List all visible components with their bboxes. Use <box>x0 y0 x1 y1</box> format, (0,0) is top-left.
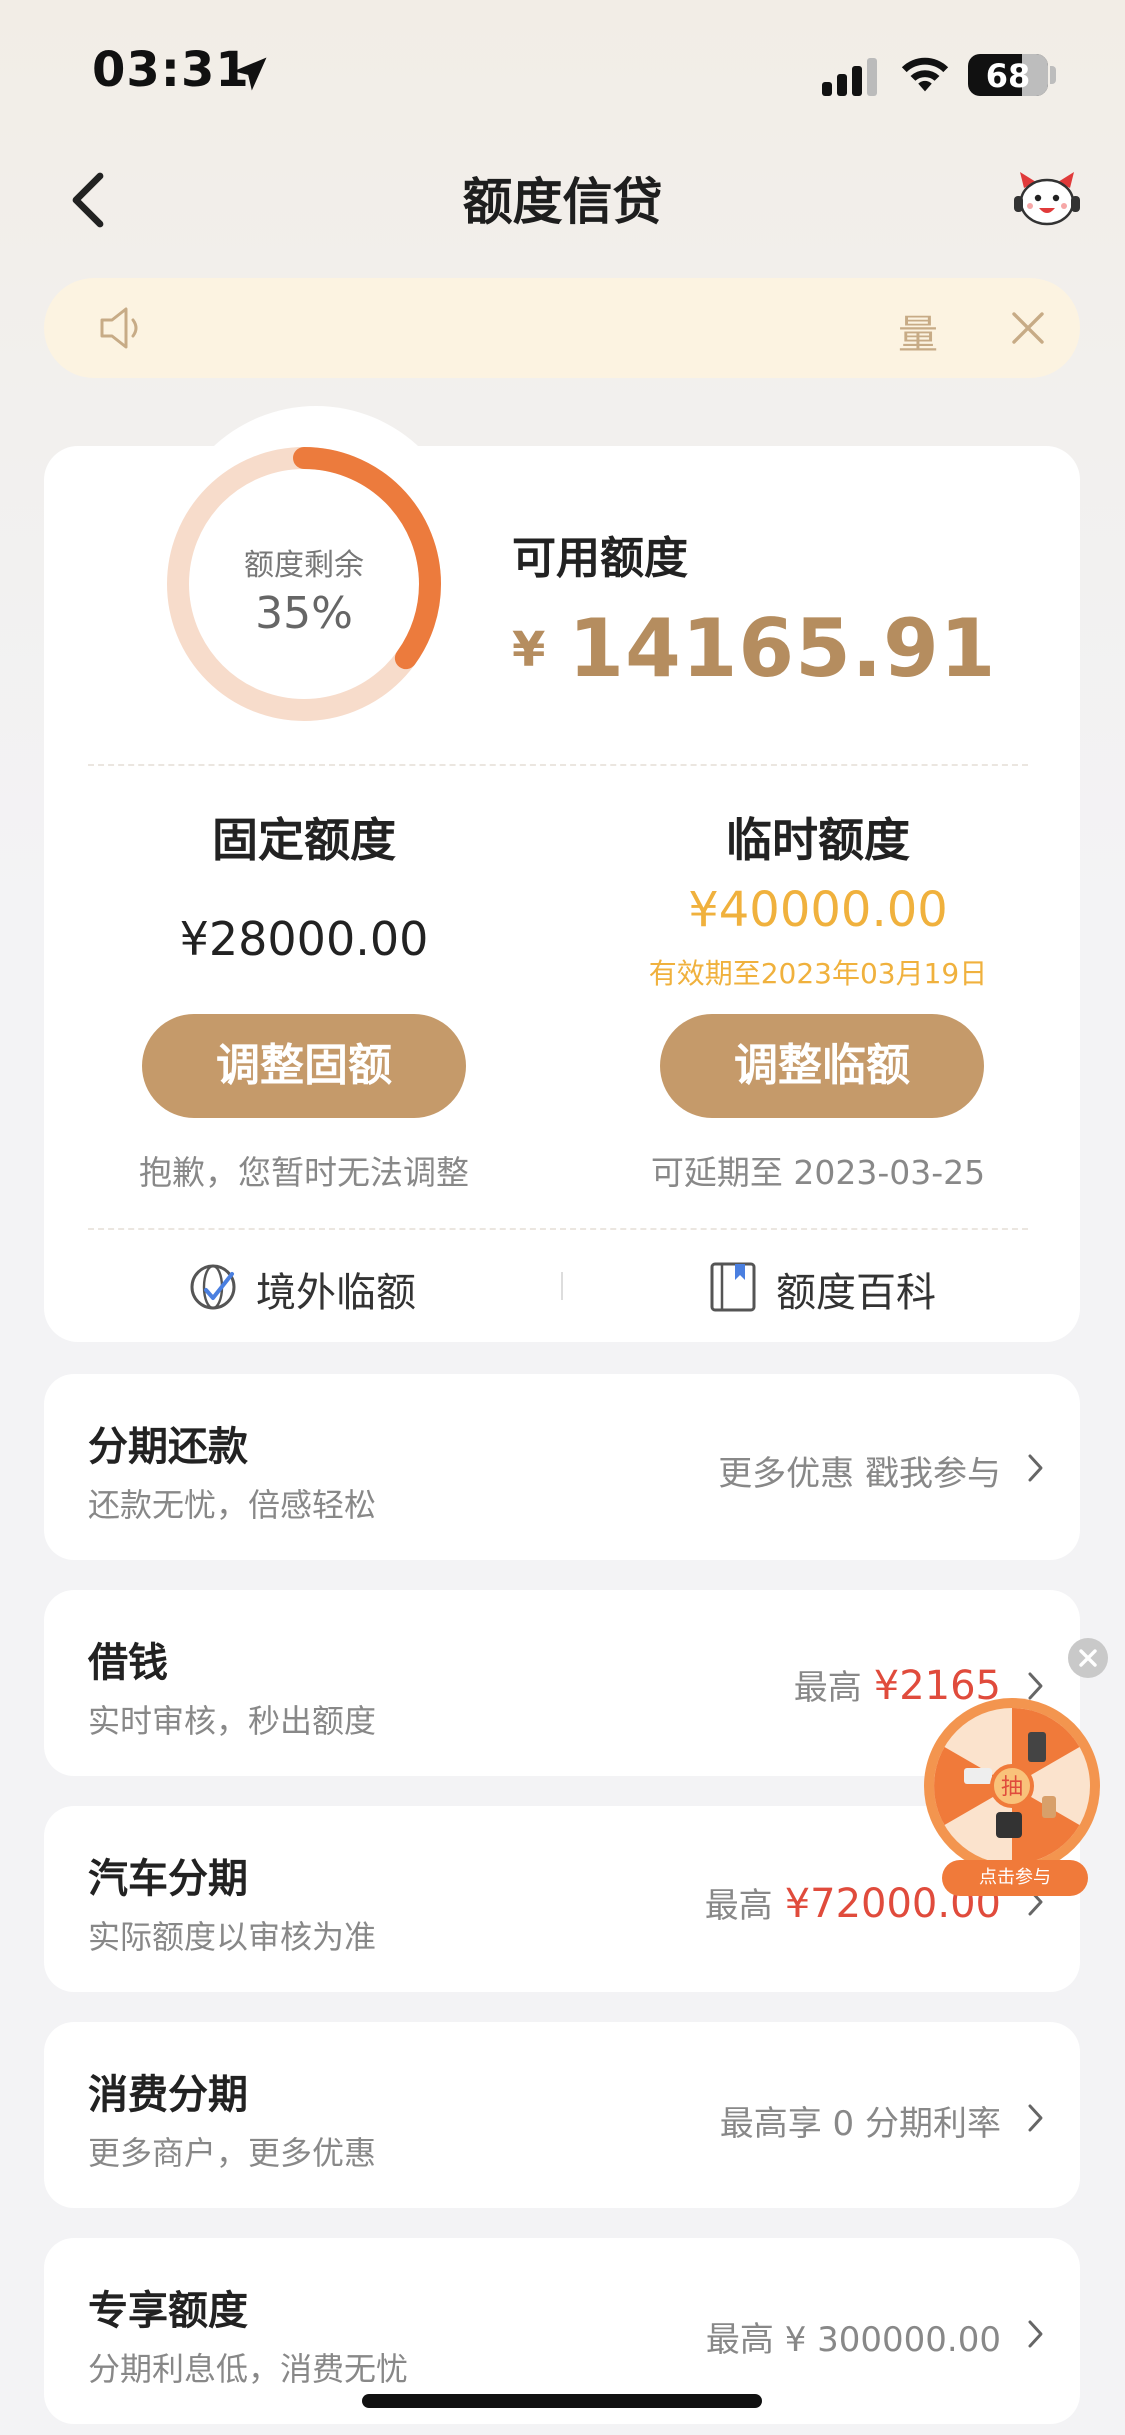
list-item-title: 消费分期 <box>88 2072 248 2118</box>
available-credit-value: 14165.91 <box>568 602 997 695</box>
lottery-join-label[interactable]: 点击参与 <box>942 1860 1088 1896</box>
status-time: 03:31 <box>92 42 250 98</box>
list-item-right-text: 最高享 0 分期利率 <box>720 2096 1001 2145</box>
battery-indicator: 68 <box>968 54 1048 96</box>
divider <box>88 1228 1028 1230</box>
list-item-subtitle: 还款无忧，倍感轻松 <box>88 1486 377 1524</box>
right-label: 最高享 0 分期利率 <box>719 2104 1001 2144</box>
list-item-title: 汽车分期 <box>88 1856 248 1902</box>
chevron-right-icon <box>1028 2320 1043 2348</box>
ring-percent: 35% <box>255 588 353 639</box>
chevron-right-icon <box>1028 1454 1043 1482</box>
available-credit-amount: ¥14165.91 <box>512 602 996 695</box>
available-credit-label: 可用额度 <box>512 533 688 584</box>
notice-text: 量 <box>898 312 938 358</box>
list-item-subtitle: 实时审核，秒出额度 <box>88 1702 377 1740</box>
fixed-note: 抱歉，您暂时无法调整 <box>139 1153 469 1192</box>
temp-credit-amount: ¥40000.00 <box>688 882 948 938</box>
credit-wiki-link[interactable]: 额度百科 <box>776 1260 936 1318</box>
chevron-right-icon <box>1028 2104 1043 2132</box>
list-item-subtitle: 实际额度以审核为准 <box>88 1918 377 1956</box>
list-item-subtitle: 分期利息低，消费无忧 <box>88 2350 409 2388</box>
service-avatar-icon[interactable] <box>1012 168 1082 230</box>
float-close-button[interactable] <box>1068 1638 1108 1678</box>
overseas-credit-link[interactable]: 境外临额 <box>256 1260 416 1318</box>
right-label: 最高 ¥ 300000.00 <box>705 2320 1001 2360</box>
page-title: 额度信贷 <box>462 173 663 231</box>
temp-credit-validity: 有效期至2023年03月19日 <box>648 957 988 990</box>
speaker-icon <box>100 307 138 349</box>
list-item-title: 分期还款 <box>88 1424 248 1470</box>
divider <box>88 764 1028 766</box>
adjust-temp-button[interactable]: 调整临额 <box>660 1014 984 1118</box>
link-divider <box>561 1272 563 1300</box>
list-item-title: 专享额度 <box>88 2288 248 2334</box>
right-label: 最高 <box>704 1886 773 1926</box>
signal-icon <box>822 58 877 96</box>
temp-credit-title: 临时额度 <box>726 813 910 867</box>
location-arrow-icon <box>233 57 267 91</box>
list-item-title: 借钱 <box>88 1640 168 1686</box>
lottery-wheel-icon[interactable]: 抽 <box>922 1696 1102 1876</box>
fixed-credit-amount: ¥28000.00 <box>179 912 429 966</box>
temp-note: 可延期至 2023-03-25 <box>650 1153 986 1192</box>
wifi-icon <box>901 57 949 92</box>
ring-label: 额度剩余 <box>244 548 364 583</box>
right-label: 最高 <box>793 1668 862 1708</box>
list-item-right-text: 更多优惠 戳我参与 <box>718 1446 1001 1495</box>
currency-symbol: ¥ <box>512 622 547 678</box>
close-icon <box>1079 1649 1097 1667</box>
close-icon[interactable] <box>1006 306 1050 350</box>
home-indicator <box>362 2394 762 2408</box>
globe-icon <box>190 1264 236 1310</box>
book-icon <box>710 1262 756 1312</box>
right-label: 更多优惠 戳我参与 <box>718 1454 1001 1494</box>
battery-tip <box>1050 66 1056 84</box>
adjust-fixed-button[interactable]: 调整固额 <box>142 1014 466 1118</box>
fixed-credit-title: 固定额度 <box>212 813 396 867</box>
list-item-subtitle: 更多商户，更多优惠 <box>88 2134 377 2172</box>
credit-remaining-ring <box>167 447 441 721</box>
wheel-center-label: 抽 <box>1001 1775 1023 1800</box>
list-item-right-text: 最高 ¥ 300000.00 <box>706 2312 1001 2361</box>
